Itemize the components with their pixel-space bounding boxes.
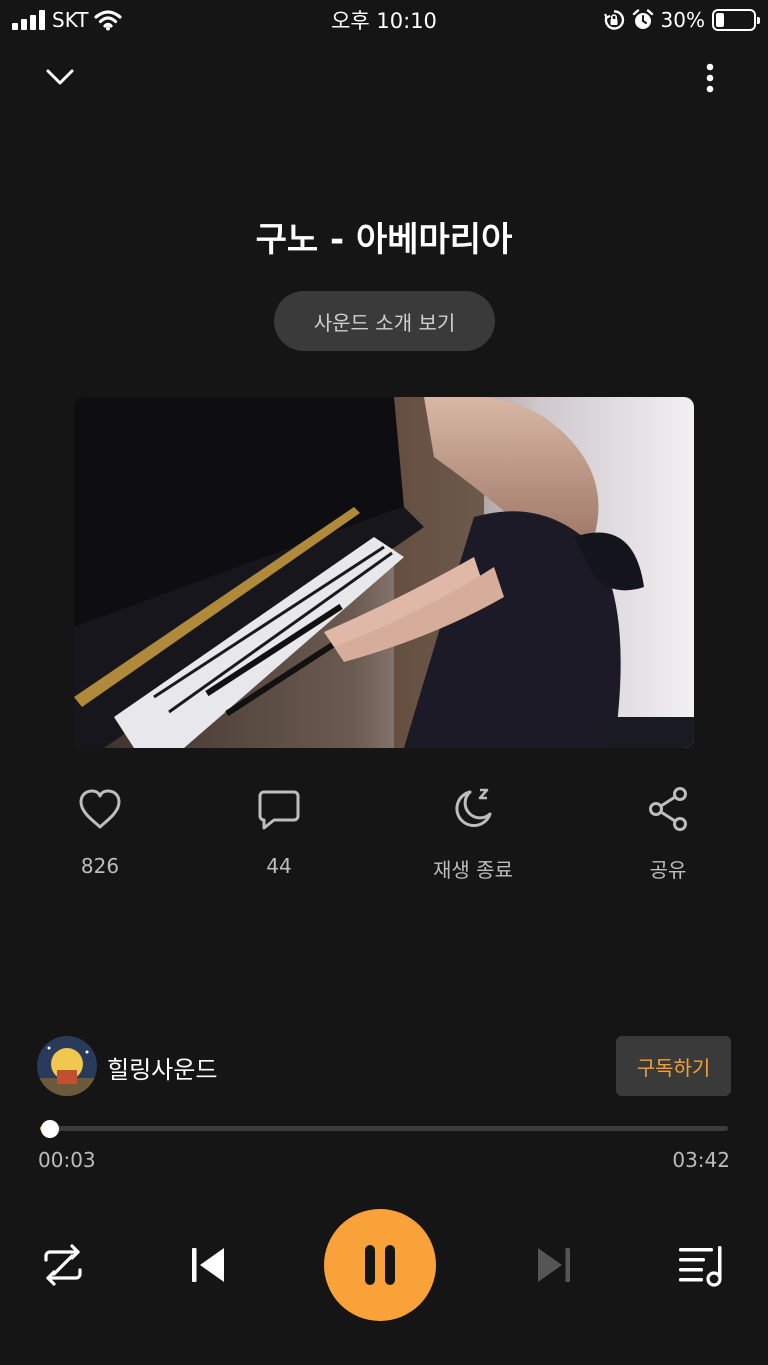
- avatar-image: [37, 1036, 97, 1096]
- battery-icon: [712, 9, 760, 31]
- previous-button[interactable]: [182, 1240, 232, 1290]
- status-right: 30%: [603, 6, 760, 34]
- comment-icon: [258, 790, 300, 830]
- share-icon: [649, 787, 687, 831]
- playlist-icon: [679, 1246, 722, 1287]
- battery-fill: [716, 13, 724, 27]
- playlist-button[interactable]: [674, 1240, 728, 1290]
- sleep-timer-button[interactable]: 재생 종료: [408, 784, 538, 894]
- status-bar: SKT 오후 10:10 30%: [0, 0, 768, 40]
- like-button[interactable]: 826: [35, 784, 165, 894]
- battery-percent: 30%: [660, 8, 705, 32]
- track-title: 구노 - 아베마리아: [255, 220, 513, 260]
- collapse-button[interactable]: [40, 58, 80, 98]
- comment-count: 44: [266, 854, 292, 878]
- progress-slider[interactable]: [40, 1120, 728, 1138]
- artwork-image: [74, 397, 694, 748]
- total-time: 03:42: [672, 1148, 730, 1172]
- subscribe-button[interactable]: 구독하기: [616, 1036, 731, 1096]
- sound-intro-button[interactable]: 사운드 소개 보기: [274, 291, 495, 351]
- pause-icon: [365, 1245, 395, 1285]
- skip-next-icon: [538, 1248, 570, 1282]
- channel-avatar[interactable]: [37, 1036, 97, 1096]
- channel-name[interactable]: 힐링사운드: [107, 1050, 217, 1085]
- sleep-timer-label: 재생 종료: [433, 858, 513, 882]
- pause-button[interactable]: [324, 1209, 436, 1321]
- more-options-button[interactable]: [690, 58, 730, 98]
- next-button[interactable]: [530, 1240, 580, 1290]
- share-label: 공유: [649, 858, 687, 882]
- alarm-icon: [632, 9, 653, 29]
- player-screen: SKT 오후 10:10 30% 구노 - 아베마리아 사운드 소개 보기 82…: [0, 0, 768, 1365]
- heart-icon: [79, 789, 121, 829]
- current-time: 00:03: [38, 1148, 96, 1172]
- comment-button[interactable]: 44: [214, 784, 344, 894]
- repeat-icon: [44, 1244, 82, 1286]
- repeat-button[interactable]: [38, 1240, 88, 1290]
- orientation-lock-icon: [603, 10, 624, 30]
- progress-thumb[interactable]: [40, 1120, 59, 1138]
- track-artwork: [74, 397, 694, 748]
- more-vertical-icon: [706, 63, 714, 93]
- skip-previous-icon: [192, 1248, 224, 1282]
- moon-sleep-icon: [455, 788, 492, 828]
- chevron-down-icon: [46, 69, 74, 85]
- like-count: 826: [80, 854, 120, 878]
- share-button[interactable]: 공유: [603, 784, 733, 894]
